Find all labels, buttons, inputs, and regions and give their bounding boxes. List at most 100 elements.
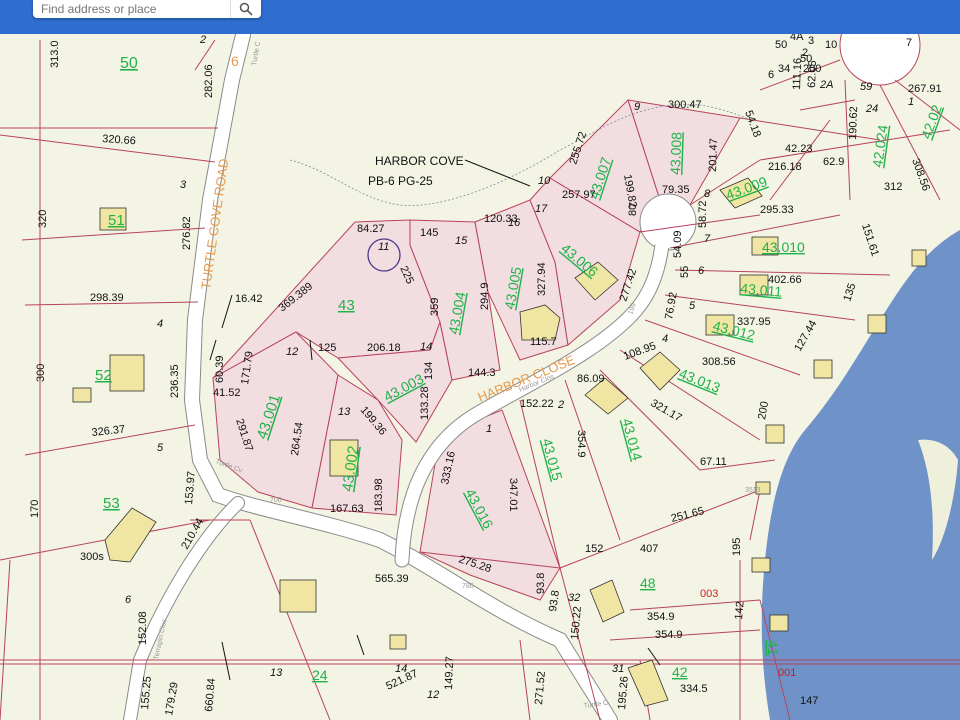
dimension-label: 115.7: [530, 336, 557, 348]
dimension-label: 3: [808, 35, 814, 47]
dimension-label: 80: [627, 204, 639, 216]
parcel-id-43-010[interactable]: 43.010: [762, 239, 805, 255]
parcel-id-43[interactable]: 43: [338, 297, 355, 314]
dimension-label: 62.9: [823, 156, 844, 168]
building: [813, 359, 833, 379]
parcel-code-red: 003: [700, 588, 718, 600]
building: [751, 557, 771, 573]
map-viewport[interactable]: HARBOR COVE PB-6 PG-25 TURTLE COVE ROAD …: [0, 0, 960, 720]
dimension-label: 34: [778, 63, 790, 75]
dimension-label: 67.11: [700, 456, 727, 468]
dimension-label: 300: [35, 364, 47, 382]
lot-number: 11: [378, 241, 389, 253]
cul-de-sac-fill: [642, 196, 694, 248]
dimension-label: 201.47: [707, 138, 720, 172]
building: [769, 614, 789, 632]
building: [867, 314, 887, 334]
search-input[interactable]: [33, 1, 229, 17]
dimension-label: 327.94: [536, 262, 548, 296]
dimension-label: 312: [884, 181, 902, 193]
dimension-label: 320.66: [102, 133, 136, 147]
dimension-label: 347.01: [507, 478, 519, 512]
search-button[interactable]: [230, 0, 261, 18]
dimension-label: 313.0: [49, 40, 61, 68]
dimension-label: 142: [733, 601, 747, 620]
dimension-label: 147: [800, 695, 818, 707]
dimension-label: 282.06: [203, 64, 215, 98]
parcel-id-24[interactable]: 24: [312, 667, 328, 683]
lot-number: 12: [286, 346, 298, 358]
dimension-label: 337.95: [737, 316, 771, 328]
dimension-label: 402.66: [768, 274, 802, 286]
building: [72, 387, 92, 403]
lot-number: 8: [704, 188, 711, 200]
dimension-label: 149.27: [443, 656, 456, 690]
parcel-id-50[interactable]: 50: [120, 55, 138, 72]
building: [911, 249, 927, 267]
dimension-label: 133.28: [419, 386, 431, 420]
lot-number: 13: [270, 667, 283, 679]
lot-number: 4: [662, 333, 668, 345]
lot-number: 1: [908, 96, 914, 108]
dimension-label: 354.9: [655, 629, 683, 641]
lot-number: 10: [538, 175, 551, 187]
dimension-label: 190.62: [847, 106, 860, 140]
parcel-map[interactable]: HARBOR COVE PB-6 PG-25 TURTLE COVE ROAD …: [0, 0, 960, 720]
parcel-id-48[interactable]: 48: [640, 575, 656, 591]
dimension-label: 125: [318, 342, 336, 354]
parcel-id-41[interactable]: 41: [765, 640, 781, 656]
dimension-label: 183.98: [373, 478, 385, 512]
lot-number: 2: [199, 34, 206, 46]
dimension-label: 308.56: [702, 356, 736, 368]
dimension-label: 86.09: [577, 373, 605, 385]
dimension-label: 50: [775, 39, 787, 51]
dimension-label: 58.72: [697, 200, 709, 228]
lot-number: 17: [535, 203, 548, 215]
dimension-label: 170: [29, 500, 41, 518]
lot-number: 15: [455, 235, 468, 247]
search-bar[interactable]: [33, 0, 261, 18]
parcel-id-53[interactable]: 53: [103, 495, 120, 512]
parcel-id-52[interactable]: 52: [95, 367, 112, 384]
parcel-id-51[interactable]: 51: [108, 212, 125, 229]
dimension-label: 298.39: [90, 292, 124, 304]
dimension-label: 120.33: [484, 213, 518, 225]
subdivision-plat: PB-6 PG-25: [368, 174, 433, 188]
dimension-label: 206.18: [367, 342, 401, 354]
building: [279, 579, 317, 613]
lot-number: 2A: [819, 79, 833, 91]
parcel-id-43-008[interactable]: 43.008: [667, 132, 684, 176]
building: [389, 634, 407, 650]
dimension-label: 79.35: [662, 184, 690, 196]
dimension-label: 167.63: [330, 503, 364, 515]
lot-number: 2: [557, 399, 564, 411]
lot-number: 5: [689, 300, 696, 312]
dimension-label: 60.39: [214, 355, 226, 383]
dimension-label: 144.3: [468, 367, 496, 379]
parcel-id-partial-6[interactable]: 6: [231, 53, 239, 69]
dimension-label: 565.39: [375, 573, 409, 585]
dimension-label: 276.82: [181, 216, 193, 250]
dimension-label: 10: [825, 39, 837, 51]
dimension-label: 359: [429, 298, 441, 316]
lot-number: 5: [157, 442, 164, 454]
dimension-label: 195: [731, 538, 743, 556]
subdivision-name: HARBOR COVE: [375, 154, 464, 168]
road-number-786: 786: [462, 583, 474, 590]
dimension-label: 354.9: [575, 430, 587, 458]
dimension-label: 334.5: [680, 683, 708, 695]
parcel-id-42[interactable]: 42: [672, 664, 688, 680]
lot-number: 6: [125, 594, 132, 606]
dimension-label: 407: [640, 543, 658, 555]
dimension-label: 300s: [80, 551, 104, 563]
dimension-label: 216.18: [768, 161, 802, 173]
dimension-label: 41.52: [213, 387, 241, 399]
lot-number: 4: [157, 318, 163, 330]
dimension-label: 42.23: [785, 143, 813, 155]
lot-number: 59: [860, 81, 872, 93]
lot-number: 7: [704, 233, 711, 245]
lot-number: 12: [427, 689, 439, 701]
dimension-label: 295.33: [760, 204, 794, 216]
lot-number: 13: [338, 406, 351, 418]
dimension-label: 84.27: [357, 223, 385, 235]
